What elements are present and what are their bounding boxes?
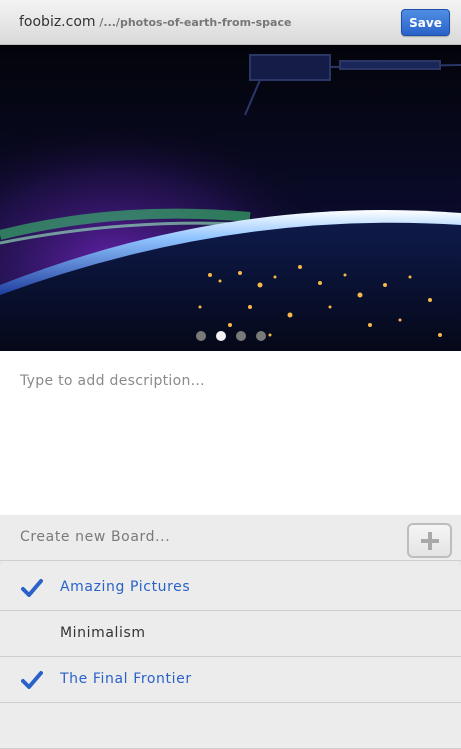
carousel-dot[interactable] (235, 331, 246, 341)
board-item-minimalism[interactable]: Minimalism (0, 611, 461, 657)
create-board-row[interactable]: Create new Board... (0, 515, 461, 561)
board-item-the-final-frontier[interactable]: The Final Frontier (0, 657, 461, 703)
add-board-button[interactable] (407, 523, 452, 558)
header-bar: foobiz.com /.../photos-of-earth-from-spa… (0, 0, 461, 45)
checkmark-icon (21, 579, 43, 597)
checkmark-icon (21, 671, 43, 689)
board-item-label: Amazing Pictures (60, 579, 191, 595)
earth-from-space-image (0, 45, 461, 351)
page-url: foobiz.com /.../photos-of-earth-from-spa… (19, 14, 291, 30)
board-item-label: The Final Frontier (60, 671, 192, 687)
save-button[interactable]: Save (401, 9, 450, 36)
carousel-dot-active[interactable] (215, 331, 226, 341)
board-item-label: Minimalism (60, 625, 146, 641)
plus-icon (420, 531, 439, 550)
photo-carousel[interactable] (0, 45, 461, 351)
site-path: /.../photos-of-earth-from-space (95, 16, 292, 29)
description-field[interactable]: Type to add description... (0, 351, 461, 515)
description-placeholder: Type to add description... (20, 373, 205, 389)
carousel-dot[interactable] (255, 331, 266, 341)
board-item-amazing-pictures[interactable]: Amazing Pictures (0, 565, 461, 611)
carousel-dots (0, 331, 461, 341)
carousel-dot[interactable] (195, 331, 206, 341)
site-domain: foobiz.com (19, 14, 96, 30)
board-list: Create new Board... Amazing Pictures Min… (0, 515, 461, 749)
create-board-input[interactable]: Create new Board... (20, 529, 170, 545)
board-item-empty[interactable] (0, 703, 461, 749)
